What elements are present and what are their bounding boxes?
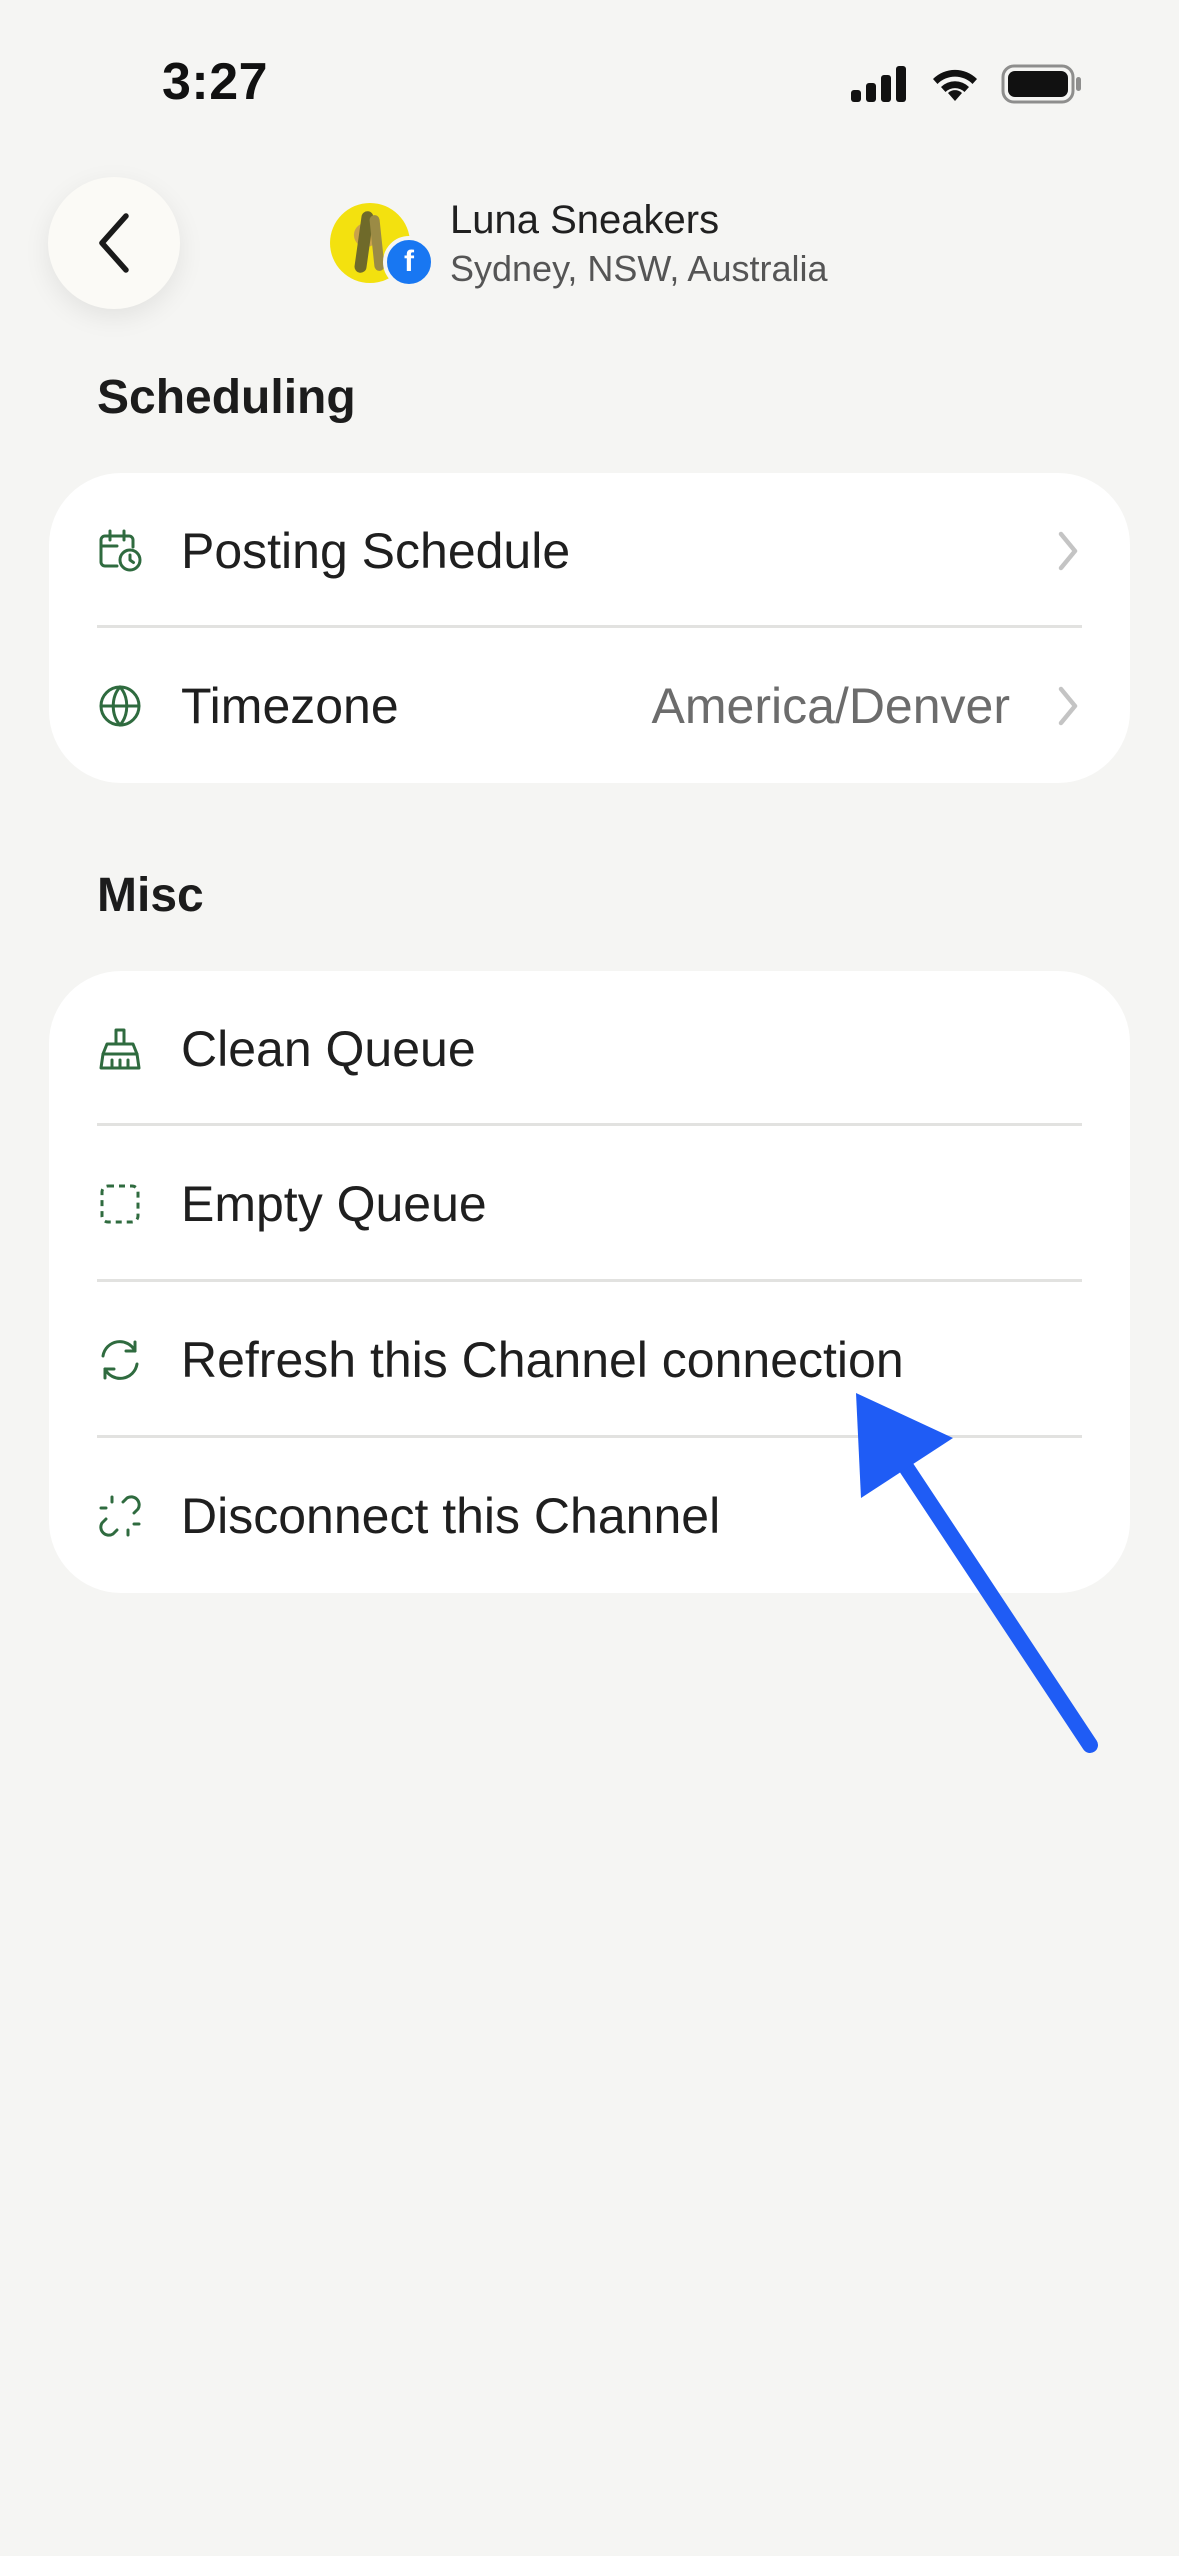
calendar-clock-icon: [99, 529, 142, 572]
refresh-channel-label: Refresh this Channel connection: [181, 1332, 904, 1388]
timezone-label: Timezone: [181, 678, 399, 734]
posting-schedule-row[interactable]: Posting Schedule: [49, 473, 1130, 629]
chevron-right-icon: [1058, 686, 1078, 726]
broken-link-icon: [99, 1495, 141, 1537]
clean-queue-row[interactable]: Clean Queue: [49, 971, 1130, 1127]
section-heading-scheduling: Scheduling: [97, 371, 356, 424]
broom-icon: [99, 1028, 141, 1070]
scheduling-card: Posting Schedule Timezone America/Denver: [49, 473, 1130, 783]
disconnect-channel-label: Disconnect this Channel: [181, 1488, 721, 1544]
timezone-row[interactable]: Timezone America/Denver: [49, 628, 1130, 784]
chevron-right-icon: [1058, 531, 1078, 571]
timezone-value: America/Denver: [651, 678, 1010, 734]
profile-location: Sydney, NSW, Australia: [450, 248, 828, 289]
empty-queue-row[interactable]: Empty Queue: [49, 1126, 1130, 1282]
cellular-signal-icon: [851, 66, 906, 102]
refresh-icon: [101, 1340, 139, 1380]
wifi-icon: [933, 69, 977, 101]
chevron-left-icon: [99, 213, 129, 273]
battery-icon: [1001, 64, 1081, 104]
facebook-badge-icon: f: [383, 236, 435, 288]
back-button[interactable]: [48, 177, 180, 309]
misc-card: Clean Queue Empty Queue Refresh this Cha…: [49, 971, 1130, 1593]
channel-avatar-group: f: [330, 203, 440, 293]
section-heading-misc: Misc: [97, 869, 204, 922]
clean-queue-label: Clean Queue: [181, 1021, 476, 1077]
profile-name: Luna Sneakers: [450, 198, 720, 242]
status-icons: [851, 64, 1083, 104]
globe-icon: [99, 685, 141, 727]
dashed-square-icon: [100, 1184, 140, 1224]
disconnect-channel-row[interactable]: Disconnect this Channel: [49, 1438, 1130, 1594]
refresh-channel-row[interactable]: Refresh this Channel connection: [49, 1282, 1130, 1438]
empty-queue-label: Empty Queue: [181, 1176, 487, 1232]
status-time: 3:27: [162, 53, 269, 111]
posting-schedule-label: Posting Schedule: [181, 523, 571, 579]
